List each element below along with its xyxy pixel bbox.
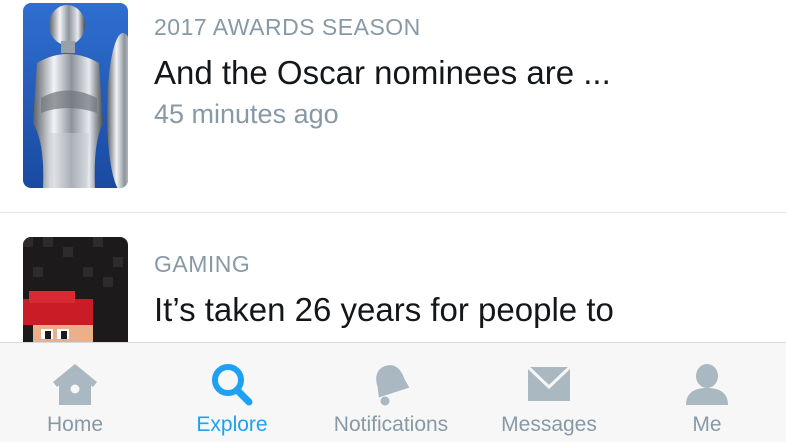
tab-me-label: Me <box>692 413 722 436</box>
mario-pixel-art <box>23 237 128 342</box>
bell-icon <box>366 361 416 407</box>
tab-messages[interactable]: Messages <box>473 343 625 443</box>
story-card-gaming[interactable]: GAMING It’s taken 26 years for people to <box>0 213 786 342</box>
story-text-gaming: GAMING It’s taken 26 years for people to <box>154 250 766 332</box>
story-thumbnail-gaming[interactable] <box>23 237 128 342</box>
tab-explore-label: Explore <box>196 413 268 436</box>
story-card-oscars[interactable]: 2017 AWARDS SEASON And the Oscar nominee… <box>0 0 786 212</box>
tab-me[interactable]: Me <box>632 343 782 443</box>
oscar-statue-photo <box>23 3 128 188</box>
bottom-tab-bar: Home Explore Notifications Messages Me <box>0 342 786 442</box>
home-icon <box>50 361 100 407</box>
tab-home[interactable]: Home <box>0 343 150 443</box>
envelope-icon <box>524 361 574 407</box>
story-thumbnail-oscars[interactable] <box>23 3 128 188</box>
person-icon <box>682 361 732 407</box>
explore-feed: 2017 AWARDS SEASON And the Oscar nominee… <box>0 0 786 342</box>
story-headline[interactable]: And the Oscar nominees are ... <box>154 51 766 95</box>
story-headline[interactable]: It’s taken 26 years for people to <box>154 288 766 332</box>
tab-explore[interactable]: Explore <box>156 343 308 443</box>
story-category: 2017 AWARDS SEASON <box>154 14 421 40</box>
tab-notifications-label: Notifications <box>333 413 449 436</box>
tab-home-label: Home <box>46 413 104 436</box>
tab-messages-label: Messages <box>501 413 597 436</box>
story-text-oscars: 2017 AWARDS SEASON And the Oscar nominee… <box>154 13 766 131</box>
story-timestamp: 45 minutes ago <box>154 99 339 129</box>
tab-notifications[interactable]: Notifications <box>315 343 467 443</box>
search-icon <box>207 361 257 407</box>
story-category: GAMING <box>154 251 251 277</box>
